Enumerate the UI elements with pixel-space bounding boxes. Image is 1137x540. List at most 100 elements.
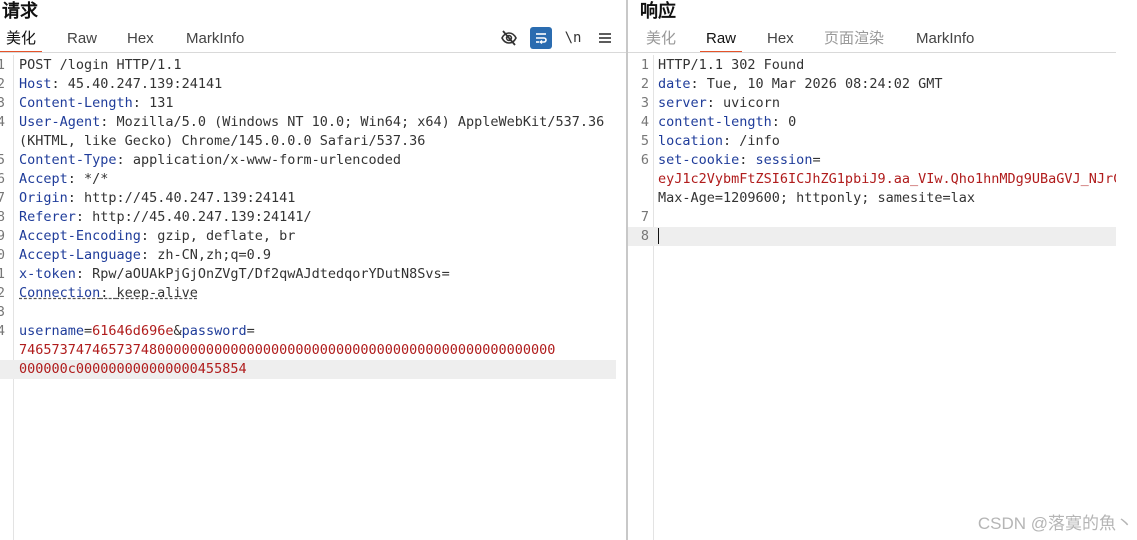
header-name: Host <box>19 76 52 92</box>
code-line[interactable]: 3 Content-Length: 131 <box>0 94 616 113</box>
code-line[interactable]: 000000c000000000000000455854 <box>0 360 616 379</box>
separator: : <box>75 209 93 225</box>
tab-raw[interactable]: Raw <box>67 28 97 50</box>
code-line[interactable]: 6 Accept: */* <box>0 170 616 189</box>
code-line[interactable]: 13 <box>0 303 616 322</box>
header-name: User-Agent <box>19 114 101 130</box>
line-number: 1 <box>0 57 5 73</box>
header-value: gzip, deflate, br <box>157 228 296 244</box>
header-name: Accept-Language <box>19 247 141 263</box>
param-key: username <box>19 323 85 339</box>
code-line[interactable]: 14username=61646d696e&password= <box>0 322 616 341</box>
request-editor[interactable]: 1 POST /login HTTP/1.1 2 Host: 45.40.247.13… <box>0 55 616 540</box>
separator: : <box>75 266 93 282</box>
separator: : <box>132 95 150 111</box>
code-line[interactable]: 12 Connection: keep-alive <box>0 284 616 303</box>
separator: : <box>100 114 117 130</box>
line-content: username=61646d696e&password= <box>19 322 616 341</box>
tab-render[interactable]: 页面渲染 <box>824 28 884 50</box>
code-line[interactable]: 1 HTTP/1.1 302 Found <box>628 56 1116 75</box>
header-value: application/x-www-form-urlencoded <box>132 152 402 168</box>
header-name: location <box>658 133 724 149</box>
header-name: Referer <box>19 209 76 225</box>
code-line[interactable]: Max-Age=1209600; httponly; samesite=lax <box>628 189 1116 208</box>
line-content: Accept: */* <box>19 170 616 189</box>
response-editor[interactable]: 1 HTTP/1.1 302 Found 2 date: Tue, 10 Mar 20… <box>628 55 1116 540</box>
code-line[interactable]: 9 Accept-Encoding: gzip, deflate, br <box>0 227 616 246</box>
code-line[interactable]: 7465737474657374800000000000000000000000… <box>0 341 616 360</box>
tab-hex[interactable]: Hex <box>127 28 154 50</box>
header-name: Accept <box>19 171 68 187</box>
line-content: Content-Length: 131 <box>19 94 616 113</box>
line-content <box>658 227 1116 246</box>
line-number: 11 <box>0 266 5 282</box>
header-name: Origin <box>19 190 68 206</box>
code-line[interactable]: 8 <box>628 227 1116 246</box>
line-content: Accept-Encoding: gzip, deflate, br <box>19 227 616 246</box>
tab-markinfo[interactable]: MarkInfo <box>186 28 244 50</box>
code-line[interactable]: 2 Host: 45.40.247.139:24141 <box>0 75 616 94</box>
code-line[interactable]: 3 server: uvicorn <box>628 94 1116 113</box>
tab-beautify[interactable]: 美化 <box>0 28 43 53</box>
newline-icon[interactable]: \n <box>562 27 584 49</box>
code-line[interactable]: 6 set-cookie: session= <box>628 151 1116 170</box>
line-content: POST /login HTTP/1.1 <box>19 56 616 75</box>
header-name: set-cookie <box>658 152 740 168</box>
wrap-icon[interactable] <box>530 27 552 49</box>
code-line[interactable]: eyJ1c2VybmFtZSI6ICJhZG1pbiJ9.aa_VIw.Qho1… <box>628 170 1116 189</box>
line-content: x-token: Rpw/aOUAkPjGjOnZVgT/Df2qwAJdted… <box>19 265 616 284</box>
line-content: location: /info <box>658 132 1116 151</box>
line-content: Host: 45.40.247.139:24141 <box>19 75 616 94</box>
equals: = <box>812 152 821 168</box>
separator: : <box>723 133 740 149</box>
code-line[interactable]: 8 Referer: http://45.40.247.139:24141/ <box>0 208 616 227</box>
header-value: zh-CN,zh;q=0.9 <box>157 247 271 263</box>
header-value: 45.40.247.139:24141 <box>67 76 223 92</box>
code-line[interactable]: 5 Content-Type: application/x-www-form-ur… <box>0 151 616 170</box>
code-line[interactable]: 4 content-length: 0 <box>628 113 1116 132</box>
header-name: Accept-Encoding <box>19 228 141 244</box>
menu-icon[interactable] <box>594 27 616 49</box>
param-key: password <box>181 323 247 339</box>
line-number: 5 <box>640 133 649 149</box>
line-content: (KHTML, like Gecko) Chrome/145.0.0.0 Saf… <box>19 132 616 151</box>
red-value: eyJ1c2VybmFtZSI6ICJhZG1pbiJ9.aa_VIw.Qho1… <box>658 171 1116 187</box>
separator: : <box>771 114 789 130</box>
line-number: 8 <box>640 228 649 244</box>
code-line[interactable]: 11 x-token: Rpw/aOUAkPjGjOnZVgT/Df2qwAJdt… <box>0 265 616 284</box>
separator: : <box>67 190 85 206</box>
param-value: 61646d696e <box>92 323 174 339</box>
line-content: Connection: keep-alive <box>19 284 616 303</box>
response-pane: 响应 美化 Raw Hex 页面渲染 MarkInfo 1 HTTP/1.1 30… <box>628 0 1137 540</box>
code-line[interactable]: 7 <box>628 208 1116 227</box>
line-content: 000000c000000000000000455854 <box>19 360 616 379</box>
request-pane: 请求 美化 Raw Hex MarkInfo \n 1 POST /login H… <box>0 0 626 540</box>
code-line[interactable]: 2 date: Tue, 10 Mar 2026 08:24:02 GMT <box>628 75 1116 94</box>
line-number: 14 <box>0 323 5 339</box>
request-title: 请求 <box>2 1 38 21</box>
line-content: date: Tue, 10 Mar 2026 08:24:02 GMT <box>658 75 1116 94</box>
tab-beautify[interactable]: 美化 <box>646 28 676 50</box>
tab-markinfo[interactable]: MarkInfo <box>916 28 974 50</box>
code-line[interactable]: (KHTML, like Gecko) Chrome/145.0.0.0 Saf… <box>0 132 616 151</box>
equals: = <box>84 323 93 339</box>
code-line[interactable]: 1 POST /login HTTP/1.1 <box>0 56 616 75</box>
line-content: HTTP/1.1 302 Found <box>658 56 1116 75</box>
tab-raw[interactable]: Raw <box>699 28 743 53</box>
header-value: Tue, 10 Mar 2026 08:24:02 GMT <box>706 76 943 92</box>
line-content: Content-Type: application/x-www-form-url… <box>19 151 616 170</box>
header-value: (KHTML, like Gecko) Chrome/145.0.0.0 Saf… <box>19 133 426 149</box>
header-value: 131 <box>149 95 174 111</box>
line-content: content-length: 0 <box>658 113 1116 132</box>
code-line[interactable]: 7 Origin: http://45.40.247.139:24141 <box>0 189 616 208</box>
eye-off-icon[interactable] <box>498 27 520 49</box>
code-line[interactable]: 4 User-Agent: Mozilla/5.0 (Windows NT 10.… <box>0 113 616 132</box>
code-line[interactable]: 10 Accept-Language: zh-CN,zh;q=0.9 <box>0 246 616 265</box>
line-number: 7 <box>0 190 5 206</box>
line-content: User-Agent: Mozilla/5.0 (Windows NT 10.0… <box>19 113 616 132</box>
line-content: eyJ1c2VybmFtZSI6ICJhZG1pbiJ9.aa_VIw.Qho1… <box>658 170 1116 189</box>
red-value: 7465737474657374800000000000000000000000… <box>19 342 556 358</box>
separator: : <box>140 247 158 263</box>
tab-hex[interactable]: Hex <box>767 28 794 50</box>
code-line[interactable]: 5 location: /info <box>628 132 1116 151</box>
